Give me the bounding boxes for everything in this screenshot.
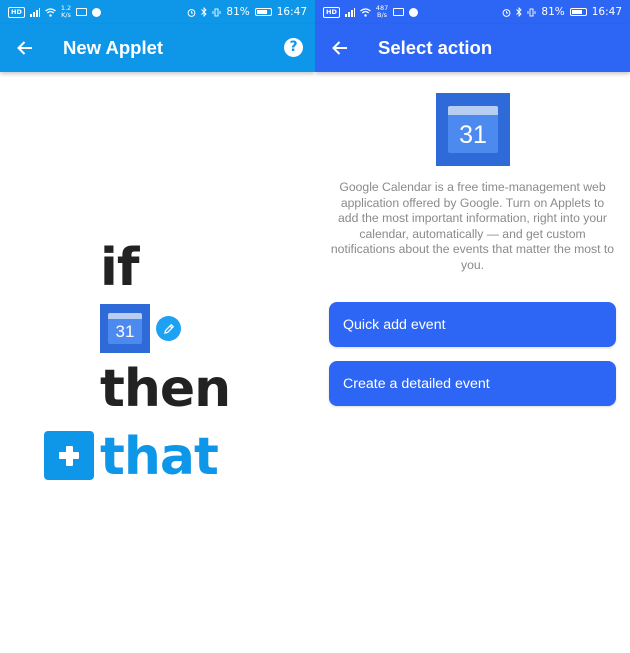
hd-badge: HD: [8, 6, 25, 18]
edit-trigger-button[interactable]: [156, 316, 181, 341]
app-bar: New Applet ?: [0, 24, 315, 72]
battery-icon: [254, 8, 272, 16]
vibrate-icon: [212, 8, 221, 16]
status-bar: HD 487 B/s 81% 16:47: [315, 0, 630, 24]
google-calendar-icon[interactable]: 31: [100, 304, 150, 353]
network-speed: 1.2 K/s: [61, 5, 71, 19]
messenger-icon: [409, 7, 419, 17]
if-text: if: [100, 238, 139, 298]
network-speed: 487 B/s: [376, 5, 388, 19]
wifi-icon: [359, 7, 371, 17]
calendar-day-number: 31: [115, 322, 135, 341]
then-text: then: [100, 359, 231, 419]
network-speed-unit: K/s: [61, 11, 71, 19]
cellular-signal-icon: [29, 7, 40, 17]
calendar-page: 31: [108, 313, 142, 344]
service-description: Google Calendar is a free time-managemen…: [330, 180, 615, 272]
quick-add-event-button[interactable]: Quick add event: [329, 302, 616, 347]
clock: 16:47: [591, 6, 622, 18]
pencil-icon: [163, 323, 174, 334]
calendar-day-number: 31: [459, 121, 487, 149]
page-title: Select action: [378, 37, 493, 58]
notification-icon: [76, 8, 88, 16]
calendar-page-header: [448, 106, 498, 115]
bluetooth-icon: [201, 7, 208, 17]
calendar-page: 31: [448, 106, 498, 153]
battery-icon: [569, 8, 587, 16]
hd-badge: HD: [323, 6, 340, 18]
alarm-icon: [187, 8, 196, 17]
status-bar: HD 1.2 K/s 81% 16:47: [0, 0, 315, 24]
battery-percent: 81%: [226, 6, 250, 18]
add-action-button[interactable]: [44, 431, 94, 480]
help-button[interactable]: ?: [284, 38, 303, 57]
network-speed-unit: B/s: [377, 11, 388, 19]
bluetooth-icon: [516, 7, 523, 17]
vibrate-icon: [527, 8, 536, 16]
messenger-icon: [92, 7, 102, 17]
back-arrow-icon: [17, 41, 32, 55]
battery-percent: 81%: [541, 6, 565, 18]
back-arrow-icon: [332, 41, 347, 55]
back-button[interactable]: [0, 24, 50, 72]
create-detailed-event-button[interactable]: Create a detailed event: [329, 361, 616, 406]
clock: 16:47: [276, 6, 307, 18]
select-action-screen: HD 487 B/s 81% 16:47 Select action 31 Goo…: [315, 0, 630, 653]
calendar-page-header: [108, 313, 142, 319]
cellular-signal-icon: [344, 7, 355, 17]
app-bar: Select action: [315, 24, 630, 72]
alarm-icon: [502, 8, 511, 17]
that-text[interactable]: that: [100, 426, 219, 488]
page-title: New Applet: [63, 37, 164, 58]
wifi-icon: [44, 7, 56, 17]
new-applet-screen: HD 1.2K/s 81% 16:47 New Applet ? if 31: [0, 0, 315, 653]
google-calendar-icon: 31: [436, 93, 510, 166]
notification-icon: [393, 8, 405, 16]
back-button[interactable]: [315, 24, 365, 72]
